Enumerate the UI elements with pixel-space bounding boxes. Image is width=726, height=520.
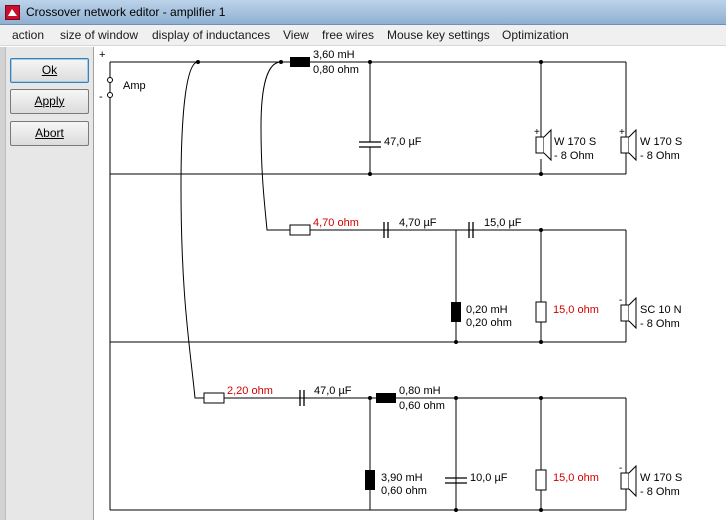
b2-inductor-resistance: 0,20 ohm bbox=[466, 317, 512, 329]
apply-button-label: Apply bbox=[34, 94, 65, 108]
b1-inductor-resistance: 0,80 ohm bbox=[313, 64, 359, 76]
inductor-b3-2[interactable] bbox=[365, 470, 375, 490]
b3-capacitor1-value: 47,0 µF bbox=[314, 385, 352, 397]
resistor-b3[interactable] bbox=[203, 392, 225, 404]
b3-inductor2-resistance: 0,60 ohm bbox=[381, 485, 427, 497]
ok-button[interactable]: Ok bbox=[10, 58, 89, 83]
abort-button-label: Abort bbox=[35, 126, 64, 140]
menu-optimization[interactable]: Optimization bbox=[502, 28, 569, 42]
schematic-canvas[interactable]: + + - - + - Amp 3,60 mH 0,80 ohm 47,0 µF… bbox=[95, 47, 726, 520]
amp-label: Amp bbox=[123, 80, 146, 92]
menu-view[interactable]: View bbox=[283, 28, 309, 42]
resistor-b2[interactable] bbox=[289, 224, 311, 236]
button-panel: Ok Apply Abort bbox=[0, 47, 94, 520]
window-title: Crossover network editor - amplifier 1 bbox=[26, 5, 226, 19]
resistor-b2-shunt[interactable] bbox=[535, 301, 547, 323]
svg-text:+: + bbox=[534, 127, 540, 138]
inductor-b3-1[interactable] bbox=[376, 393, 396, 403]
inductor-b2[interactable] bbox=[451, 302, 461, 322]
title-bar: Crossover network editor - amplifier 1 bbox=[0, 0, 726, 25]
b1-capacitor-value: 47,0 µF bbox=[384, 136, 422, 148]
b3-resistor-value: 2,20 ohm bbox=[227, 385, 273, 397]
b1-inductor-value: 3,60 mH bbox=[313, 49, 355, 61]
b3-shunt-resistor-value: 15,0 ohm bbox=[553, 472, 599, 484]
b3-inductor1-resistance: 0,60 ohm bbox=[399, 400, 445, 412]
menu-mouse-key-settings[interactable]: Mouse key settings bbox=[387, 28, 490, 42]
speaker-b3[interactable] bbox=[620, 464, 637, 498]
ok-button-label: Ok bbox=[41, 63, 58, 77]
app-icon bbox=[5, 5, 20, 20]
capacitor-b1[interactable] bbox=[359, 141, 381, 148]
b2-shunt-resistor-value: 15,0 ohm bbox=[553, 304, 599, 316]
menu-display-of-inductances[interactable]: display of inductances bbox=[152, 28, 270, 42]
b2-speaker-name: SC 10 N bbox=[640, 304, 682, 316]
amp-plus-label: + bbox=[99, 49, 106, 61]
menu-free-wires[interactable]: free wires bbox=[322, 28, 374, 42]
apply-button[interactable]: Apply bbox=[10, 89, 89, 114]
abort-button[interactable]: Abort bbox=[10, 121, 89, 146]
b2-capacitor2-value: 15,0 µF bbox=[484, 217, 522, 229]
amp-plus-terminal[interactable] bbox=[107, 77, 113, 83]
menu-size-of-window[interactable]: size of window bbox=[60, 28, 138, 42]
crossover-schematic: + + - - bbox=[107, 57, 637, 512]
b2-resistor-value: 4,70 ohm bbox=[313, 217, 359, 229]
b3-inductor1-value: 0,80 mH bbox=[399, 385, 441, 397]
amp-minus-terminal[interactable] bbox=[107, 92, 113, 98]
b2-capacitor1-value: 4,70 µF bbox=[399, 217, 437, 229]
amp-minus-label: - bbox=[99, 91, 103, 103]
svg-text:+: + bbox=[619, 127, 625, 138]
menu-bar: action size of window display of inducta… bbox=[0, 25, 726, 46]
b1-speaker2-name: W 170 S bbox=[640, 136, 683, 148]
polarity-marks: + + - - bbox=[534, 127, 625, 474]
svg-text:-: - bbox=[619, 295, 622, 306]
b3-speaker-impedance: - 8 Ohm bbox=[640, 486, 680, 498]
resistor-b3-shunt[interactable] bbox=[535, 469, 547, 491]
speaker-b2[interactable] bbox=[620, 296, 637, 330]
b1-speaker1-impedance: - 8 Ohm bbox=[554, 150, 594, 162]
panel-splitter[interactable] bbox=[0, 47, 6, 520]
b1-speaker1-name: W 170 S bbox=[554, 136, 597, 148]
b3-capacitor2-value: 10,0 µF bbox=[470, 472, 508, 484]
b2-inductor-value: 0,20 mH bbox=[466, 304, 508, 316]
b2-speaker-impedance: - 8 Ohm bbox=[640, 318, 680, 330]
b3-inductor2-value: 3,90 mH bbox=[381, 472, 423, 484]
svg-text:-: - bbox=[619, 463, 622, 474]
wires bbox=[109, 61, 627, 511]
b3-speaker-name: W 170 S bbox=[640, 472, 683, 484]
inductor-b1[interactable] bbox=[290, 57, 310, 67]
menu-action[interactable]: action bbox=[12, 28, 44, 42]
b1-speaker2-impedance: - 8 Ohm bbox=[640, 150, 680, 162]
